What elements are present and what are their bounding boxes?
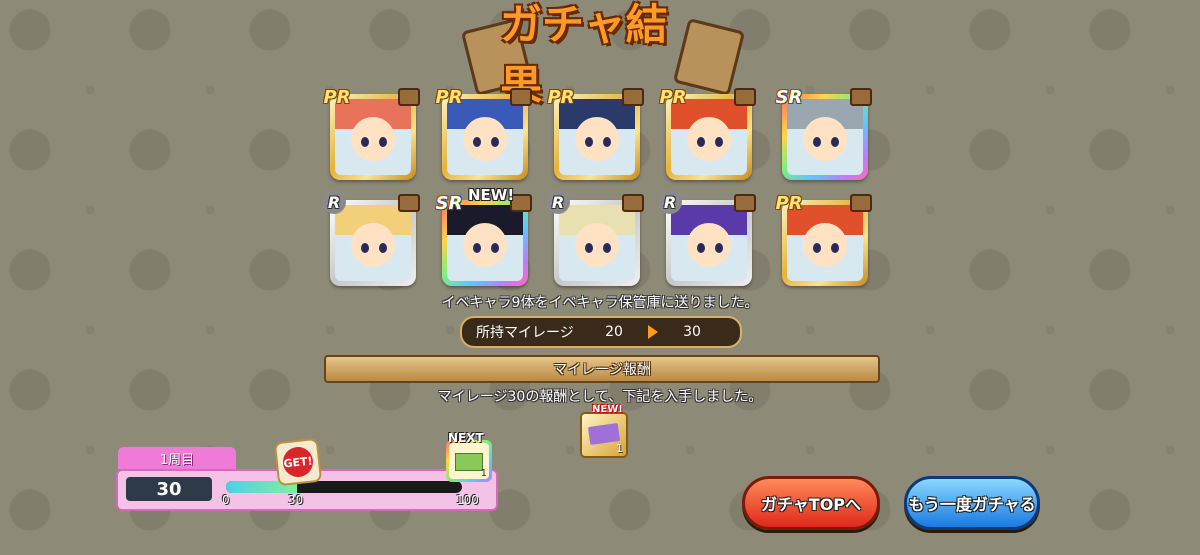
rarity-badge: PR <box>323 86 351 108</box>
rarity-badge: R <box>546 190 570 214</box>
character-face <box>463 223 507 267</box>
chest-icon <box>398 88 420 106</box>
character-portrait <box>447 99 523 175</box>
character-face <box>463 117 507 161</box>
character-face <box>351 117 395 161</box>
mileage-after: 30 <box>683 324 701 340</box>
mileage-label: 所持マイレージ <box>476 325 574 341</box>
result-card[interactable]: PR <box>659 87 756 180</box>
character-eye <box>603 243 611 253</box>
chest-icon <box>510 88 532 106</box>
next-reward-count: 1 <box>480 468 487 479</box>
new-badge: NEW! <box>468 186 515 204</box>
mileage-bar: 所持マイレージ 20 30 <box>460 316 742 348</box>
chest-icon <box>398 194 420 212</box>
character-eye <box>603 137 611 147</box>
lap-scale-end: 100 <box>456 493 479 507</box>
reward-item-count: 1 <box>616 442 623 455</box>
character-face <box>687 117 731 161</box>
result-card[interactable]: PR <box>547 87 644 180</box>
result-card[interactable]: R <box>658 190 756 286</box>
result-card[interactable]: R <box>546 190 644 286</box>
rarity-badge: SR <box>775 86 803 108</box>
chest-icon <box>734 88 756 106</box>
sent-message: イベキャラ9体をイベキャラ保管庫に送りました。 <box>441 295 759 311</box>
reward-header: マイレージ報酬 <box>324 355 880 383</box>
lap-scale-start: 0 <box>222 493 230 507</box>
get-badge-label: GET! <box>281 445 315 479</box>
page-title: ガチャ結果 <box>500 0 668 110</box>
character-portrait <box>335 205 411 281</box>
character-face <box>687 223 731 267</box>
result-card[interactable]: SR NEW! <box>436 186 532 286</box>
character-eye <box>379 243 387 253</box>
chest-icon <box>850 88 872 106</box>
character-face <box>803 223 847 267</box>
character-portrait <box>559 99 635 175</box>
character-portrait <box>787 99 863 175</box>
character-portrait <box>671 99 747 175</box>
character-eye <box>715 243 723 253</box>
character-eye <box>473 137 481 147</box>
result-card[interactable]: SR <box>776 87 872 180</box>
result-card[interactable]: PR <box>323 87 420 180</box>
character-eye <box>491 243 499 253</box>
character-eye <box>831 137 839 147</box>
character-eye <box>585 137 593 147</box>
chest-icon <box>622 194 644 212</box>
reward-item-new-badge: NEW! <box>592 404 623 415</box>
chest-icon <box>622 88 644 106</box>
next-label: NEXT <box>448 431 484 445</box>
lap-progress-track <box>226 481 462 493</box>
rarity-badge: SR <box>435 192 463 214</box>
title-banner: ガチャ結果 <box>460 0 746 110</box>
get-badge[interactable]: GET! <box>273 437 323 487</box>
character-eye <box>831 243 839 253</box>
rarity-badge: PR <box>775 192 803 214</box>
rarity-badge: R <box>322 190 346 214</box>
character-face <box>575 223 619 267</box>
character-eye <box>361 137 369 147</box>
character-face <box>803 117 847 161</box>
gacha-top-button[interactable]: ガチャTOPへ <box>742 476 880 530</box>
character-eye <box>473 243 481 253</box>
character-eye <box>697 137 705 147</box>
character-portrait <box>559 205 635 281</box>
character-eye <box>585 243 593 253</box>
character-eye <box>361 243 369 253</box>
character-eye <box>715 137 723 147</box>
character-portrait <box>787 205 863 281</box>
reward-item[interactable]: NEW! 1 <box>580 404 628 458</box>
character-portrait <box>335 99 411 175</box>
rarity-badge: PR <box>547 86 575 108</box>
character-portrait <box>671 205 747 281</box>
chest-icon <box>850 194 872 212</box>
character-eye <box>813 243 821 253</box>
mileage-arrow-icon <box>648 325 658 339</box>
character-eye <box>491 137 499 147</box>
lap-count: 30 <box>126 477 212 501</box>
next-reward-icon <box>455 453 483 471</box>
gacha-again-button[interactable]: もう一度ガチャる <box>904 476 1040 530</box>
result-card[interactable]: PR <box>435 87 532 180</box>
result-card[interactable]: R <box>322 190 420 286</box>
lap-tab: 1周目 <box>118 447 236 469</box>
character-eye <box>379 137 387 147</box>
reward-message: マイレージ30の報酬として、下記を入手しました。 <box>437 389 763 405</box>
rarity-badge: PR <box>435 86 463 108</box>
mileage-before: 20 <box>605 324 623 340</box>
rarity-badge: PR <box>659 86 687 108</box>
chest-icon <box>734 194 756 212</box>
rarity-badge: R <box>658 190 682 214</box>
character-eye <box>697 243 705 253</box>
character-portrait <box>447 205 523 281</box>
character-face <box>575 117 619 161</box>
character-face <box>351 223 395 267</box>
next-reward-box[interactable]: 1 <box>446 440 492 482</box>
character-eye <box>813 137 821 147</box>
result-card[interactable]: PR <box>775 193 872 286</box>
lap-scale-current: 30 <box>288 493 304 507</box>
